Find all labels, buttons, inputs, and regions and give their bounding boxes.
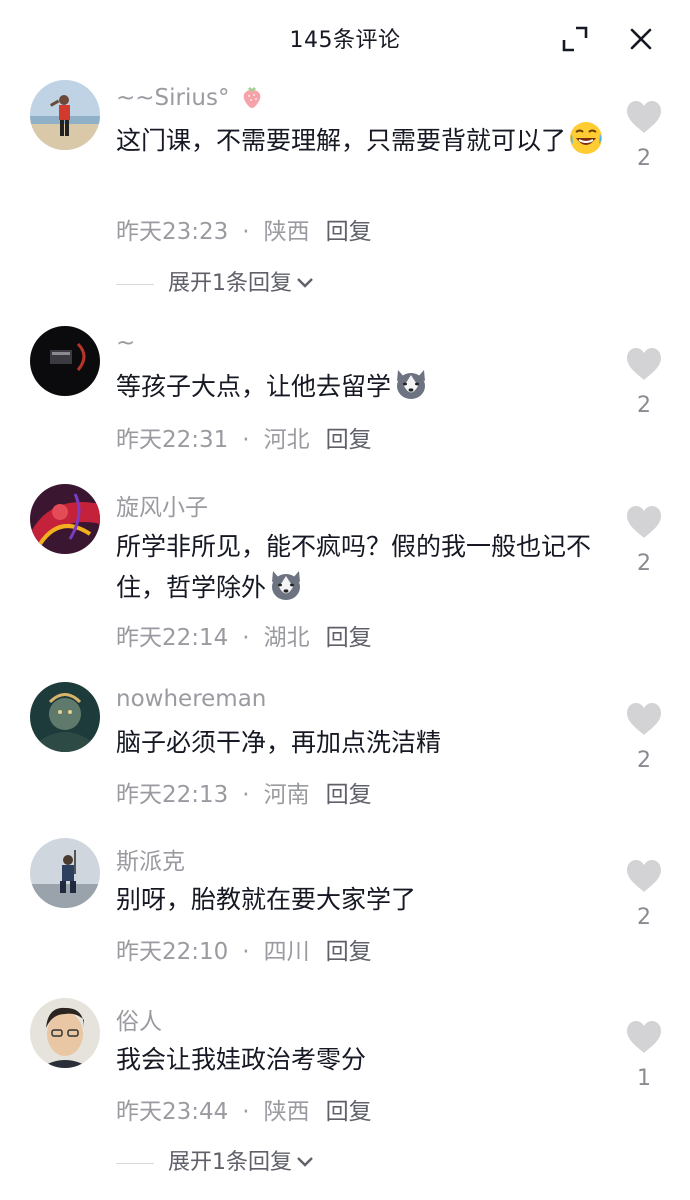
comment-meta: 昨天22:10 · 四川 回复 bbox=[116, 932, 372, 966]
husky-emoji bbox=[397, 370, 426, 399]
like-button[interactable]: 2 bbox=[624, 702, 664, 773]
comment-meta: 昨天22:31 · 河北 回复 bbox=[116, 420, 372, 454]
heart-icon bbox=[627, 703, 661, 735]
reply-button[interactable]: 回复 bbox=[326, 427, 372, 453]
comment-text-body: 所学非所见，能不疯吗？假的我一般也记不住，哲学除外 bbox=[116, 532, 592, 602]
username[interactable]: 斯派克 bbox=[116, 842, 185, 876]
like-count: 1 bbox=[637, 1066, 651, 1091]
comment-text-body: 脑子必须干净，再加点洗洁精 bbox=[116, 728, 442, 757]
expand-replies-button[interactable]: 展开1条回复 bbox=[116, 1144, 314, 1176]
comment-time: 昨天22:10 bbox=[116, 939, 229, 965]
like-button[interactable]: 2 bbox=[624, 100, 664, 171]
comment-text: 别呀，胎教就在要大家学了 bbox=[116, 880, 606, 920]
avatar[interactable] bbox=[30, 998, 100, 1068]
comment-text-body: 别呀，胎教就在要大家学了 bbox=[116, 885, 417, 914]
heart-icon bbox=[627, 860, 661, 892]
like-count: 2 bbox=[637, 146, 651, 171]
avatar[interactable] bbox=[30, 682, 100, 752]
avatar[interactable] bbox=[30, 326, 100, 396]
username-text[interactable]: nowhereman bbox=[116, 686, 266, 712]
like-count: 2 bbox=[637, 748, 651, 773]
comment-text: 脑子必须干净，再加点洗洁精 bbox=[116, 723, 606, 763]
reply-button[interactable]: 回复 bbox=[326, 782, 372, 808]
avatar[interactable] bbox=[30, 484, 100, 554]
like-button[interactable]: 1 bbox=[624, 1020, 664, 1091]
expand-replies-label[interactable]: 展开1条回复 bbox=[168, 1150, 292, 1175]
username-text[interactable]: 斯派克 bbox=[116, 849, 185, 875]
username[interactable]: 俗人 bbox=[116, 1002, 162, 1036]
heart-icon bbox=[627, 506, 661, 538]
username[interactable]: ~ bbox=[116, 330, 135, 356]
like-count: 2 bbox=[637, 393, 651, 418]
comment-text: 这门课，不需要理解，只需要背就可以了 bbox=[116, 120, 606, 161]
comment-location: 河南 bbox=[263, 782, 310, 808]
heart-icon bbox=[627, 101, 661, 133]
comment-time: 昨天22:14 bbox=[116, 625, 229, 651]
avatar[interactable] bbox=[30, 838, 100, 908]
separator-dot: · bbox=[242, 625, 250, 651]
comment-time: 昨天22:13 bbox=[116, 782, 229, 808]
comment-location: 河北 bbox=[263, 427, 310, 453]
close-icon[interactable] bbox=[626, 24, 656, 54]
expand-replies-button[interactable]: 展开1条回复 bbox=[116, 265, 314, 297]
comment-meta: 昨天23:23 · 陕西 回复 bbox=[116, 212, 372, 246]
comment-meta: 昨天22:14 · 湖北 回复 bbox=[116, 618, 372, 652]
fullscreen-expand-icon[interactable] bbox=[560, 24, 590, 54]
avatar[interactable] bbox=[30, 80, 100, 150]
comment-time: 昨天23:44 bbox=[116, 1099, 229, 1125]
strawberry-icon bbox=[243, 87, 261, 108]
divider-line bbox=[116, 283, 154, 285]
like-count: 2 bbox=[637, 551, 651, 576]
comments-header: 145条评论 bbox=[0, 0, 690, 76]
comment-location: 四川 bbox=[263, 939, 310, 965]
chevron-down-icon bbox=[297, 1157, 313, 1167]
comment-text-body: 等孩子大点，让他去留学 bbox=[116, 372, 392, 401]
comment-location: 陕西 bbox=[263, 1099, 310, 1125]
expand-replies-label[interactable]: 展开1条回复 bbox=[168, 271, 292, 296]
comment-text: 所学非所见，能不疯吗？假的我一般也记不住，哲学除外 bbox=[116, 527, 606, 608]
username-text[interactable]: 俗人 bbox=[116, 1009, 162, 1035]
separator-dot: · bbox=[242, 1099, 250, 1125]
chevron-down-icon bbox=[297, 278, 313, 288]
comment-location: 陕西 bbox=[263, 219, 310, 245]
comment-text: 等孩子大点，让他去留学 bbox=[116, 366, 606, 407]
heart-icon bbox=[627, 1021, 661, 1053]
laugh-cry-emoji bbox=[570, 122, 603, 154]
comment-text-body: 我会让我娃政治考零分 bbox=[116, 1045, 367, 1074]
reply-button[interactable]: 回复 bbox=[326, 219, 372, 245]
comment-meta: 昨天22:13 · 河南 回复 bbox=[116, 775, 372, 809]
like-button[interactable]: 2 bbox=[624, 859, 664, 930]
username[interactable]: 旋风小子 bbox=[116, 488, 208, 522]
username-text[interactable]: ~ bbox=[116, 330, 135, 356]
username-text[interactable]: ~~Sirius° bbox=[116, 85, 229, 111]
username[interactable]: nowhereman bbox=[116, 686, 266, 712]
comment-text-body: 这门课，不需要理解，只需要背就可以了 bbox=[116, 126, 567, 155]
separator-dot: · bbox=[242, 427, 250, 453]
separator-dot: · bbox=[242, 939, 250, 965]
like-button[interactable]: 2 bbox=[624, 347, 664, 418]
reply-button[interactable]: 回复 bbox=[326, 1099, 372, 1125]
reply-button[interactable]: 回复 bbox=[326, 625, 372, 651]
comment-text: 我会让我娃政治考零分 bbox=[116, 1040, 606, 1080]
username[interactable]: ~~Sirius° bbox=[116, 84, 265, 111]
comment-location: 湖北 bbox=[263, 625, 310, 651]
divider-line bbox=[116, 1162, 154, 1164]
like-button[interactable]: 2 bbox=[624, 505, 664, 576]
separator-dot: · bbox=[242, 219, 250, 245]
reply-button[interactable]: 回复 bbox=[326, 939, 372, 965]
like-count: 2 bbox=[637, 905, 651, 930]
comment-time: 昨天23:23 bbox=[116, 219, 229, 245]
comment-time: 昨天22:31 bbox=[116, 427, 229, 453]
heart-icon bbox=[627, 348, 661, 380]
separator-dot: · bbox=[242, 782, 250, 808]
username-text[interactable]: 旋风小子 bbox=[116, 495, 208, 521]
comment-meta: 昨天23:44 · 陕西 回复 bbox=[116, 1092, 372, 1126]
husky-emoji bbox=[272, 571, 301, 600]
